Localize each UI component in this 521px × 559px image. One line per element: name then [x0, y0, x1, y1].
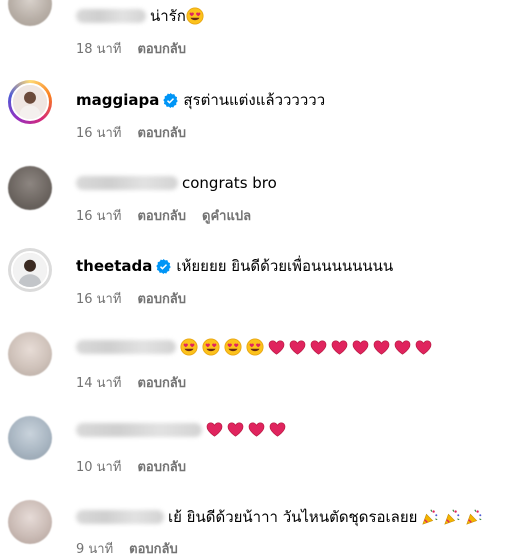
comment-text: เย้ ยินดีด้วยน้าาา วันไหนตัดชุดรอเลยย [168, 508, 418, 526]
verified-badge-icon [163, 92, 179, 108]
username-blurred[interactable] [76, 176, 178, 190]
red-heart-emoji-icon [206, 422, 223, 437]
comment-text: congrats bro [182, 174, 277, 192]
red-heart-emoji-icon [289, 339, 306, 355]
avatar[interactable] [8, 248, 52, 292]
reply-button[interactable]: ตอบกลับ [137, 205, 186, 226]
red-heart-emoji-icon [331, 339, 348, 355]
comment-time: 16 นาที [76, 292, 122, 307]
reply-button[interactable]: ตอบกลับ [137, 456, 186, 477]
translate-button[interactable]: ดูคำแปล [202, 205, 251, 226]
red-heart-emoji-icon [269, 422, 286, 437]
comment-text: น่ารัก [150, 7, 186, 25]
emoji-row [180, 338, 432, 356]
red-heart-emoji-icon [227, 422, 244, 437]
comment-text: สุรต่านแต่งแล้วววววว [183, 91, 326, 109]
comment-time: 9 นาที [76, 542, 114, 557]
red-heart-emoji-icon [394, 339, 411, 355]
party-popper-emoji-icon [466, 509, 482, 525]
avatar-photo [11, 83, 49, 121]
username[interactable]: theetada [76, 256, 152, 276]
heart-eyes-emoji-icon [246, 338, 264, 356]
avatar[interactable] [8, 80, 52, 124]
comment-time: 10 นาที [76, 460, 122, 475]
heart-eyes-emoji-icon [202, 338, 220, 356]
heart-eyes-emoji-icon [186, 7, 204, 25]
reply-button[interactable]: ตอบกลับ [137, 122, 186, 143]
avatar[interactable] [8, 332, 52, 376]
reply-button[interactable]: ตอบกลับ [129, 538, 178, 559]
verified-badge-icon [156, 258, 172, 274]
heart-eyes-emoji-icon [224, 338, 242, 356]
username-blurred[interactable] [76, 510, 164, 524]
avatar[interactable] [8, 416, 52, 460]
username-blurred[interactable] [76, 9, 146, 23]
red-heart-emoji-icon [248, 422, 265, 437]
red-heart-emoji-icon [373, 339, 390, 355]
red-heart-emoji-icon [415, 339, 432, 355]
comment-time: 16 นาที [76, 209, 122, 224]
avatar[interactable] [8, 500, 52, 544]
username[interactable]: maggiapa [76, 90, 159, 110]
avatar[interactable] [8, 166, 52, 210]
username-blurred[interactable] [76, 340, 176, 354]
reply-button[interactable]: ตอบกลับ [137, 372, 186, 393]
red-heart-emoji-icon [352, 339, 369, 355]
avatar-photo [11, 251, 49, 289]
emoji-row [421, 508, 483, 526]
reply-button[interactable]: ตอบกลับ [137, 288, 186, 309]
party-popper-emoji-icon [422, 509, 438, 525]
username-blurred[interactable] [76, 422, 202, 437]
reply-button[interactable]: ตอบกลับ [137, 38, 186, 59]
comment-time: 14 นาที [76, 376, 122, 391]
comment-text: เห้ยยยย ยินดีด้วยเพื่อนนนนนนนน [176, 257, 394, 275]
party-popper-emoji-icon [444, 509, 460, 525]
red-heart-emoji-icon [268, 339, 285, 355]
comment-time: 18 นาที [76, 42, 122, 57]
avatar[interactable] [8, 0, 52, 26]
emoji-row [206, 422, 286, 437]
red-heart-emoji-icon [310, 339, 327, 355]
comment-time: 16 นาที [76, 126, 122, 141]
heart-eyes-emoji-icon [180, 338, 198, 356]
